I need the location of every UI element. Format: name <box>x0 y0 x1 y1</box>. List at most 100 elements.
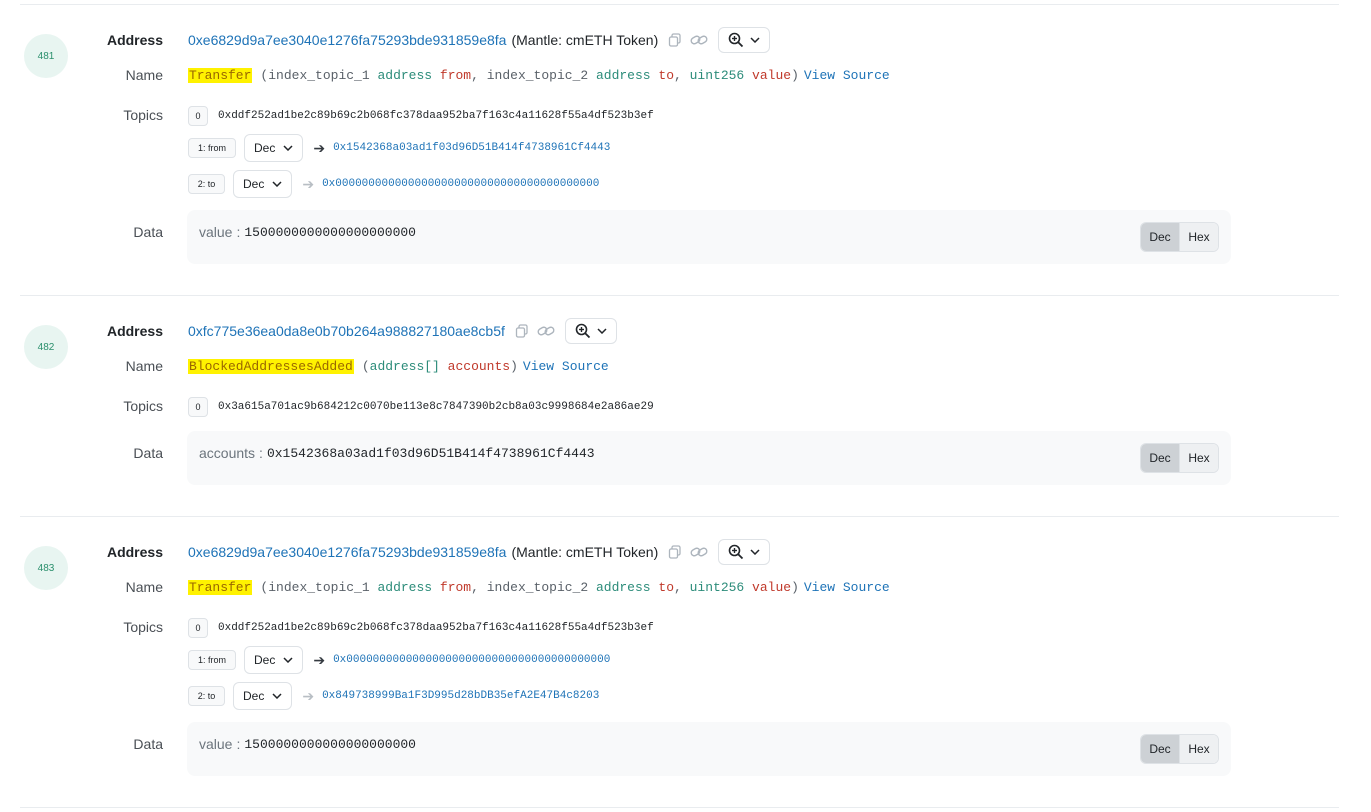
open-paren: ( <box>260 579 269 595</box>
topic-row-0: 0 0x3a615a701ac9b684212c0070be113e8c7847… <box>188 397 654 417</box>
topics-label: Topics <box>123 398 163 414</box>
data-label: Data <box>133 445 163 461</box>
view-source-link[interactable]: View Source <box>523 359 609 374</box>
param-sep: , <box>471 579 479 595</box>
event-name-highlight: Transfer <box>188 67 253 83</box>
data-panel: accounts : 0x1542368a03ad1f03d96D51B414f… <box>187 431 1231 485</box>
dec-button[interactable]: Dec <box>1141 444 1179 472</box>
arrow-right-icon: ➔ <box>302 175 315 192</box>
contract-address-link[interactable]: 0xe6829d9a7ee3040e1276fa75293bde931859e8… <box>188 32 506 48</box>
param-sep: , <box>674 579 682 595</box>
topic-row-1: 1: from Dec ➔ 0x000000000000000000000000… <box>188 646 610 674</box>
topic-index-tag: 2: to <box>188 174 225 194</box>
contract-address-link[interactable]: 0xe6829d9a7ee3040e1276fa75293bde931859e8… <box>188 544 506 560</box>
topic-row-2: 2: to Dec ➔ 0x00000000000000000000000000… <box>188 170 599 198</box>
data-panel: value : 1500000000000000000000 Dec Hex <box>187 722 1231 776</box>
param-name: value <box>752 67 792 83</box>
param-name: to <box>658 67 674 83</box>
topic-hash: 0xddf252ad1be2c89b69c2b068fc378daa952ba7… <box>218 622 654 634</box>
hex-button[interactable]: Hex <box>1179 444 1218 472</box>
link-icon[interactable] <box>537 324 555 338</box>
view-source-link[interactable]: View Source <box>804 68 890 83</box>
contract-name: (Mantle: cmETH Token) <box>511 544 659 560</box>
topic-index-tag: 0 <box>188 397 208 417</box>
link-icon[interactable] <box>690 545 708 559</box>
data-value: 1500000000000000000000 <box>244 736 416 752</box>
top-divider <box>20 4 1339 5</box>
chevron-down-icon <box>750 549 760 555</box>
topic-index-tag: 0 <box>188 106 208 126</box>
data-label: Data <box>133 224 163 240</box>
dec-button[interactable]: Dec <box>1141 223 1179 251</box>
topic-format-select[interactable]: Dec <box>233 682 293 710</box>
copy-icon[interactable] <box>515 324 529 338</box>
topic-address-link[interactable]: 0x849738999Ba1F3D995d28bDB35efA2E47B4c82… <box>322 690 599 702</box>
param-type: address <box>595 67 651 83</box>
param-name: value <box>752 579 792 595</box>
chevron-down-icon <box>283 145 293 151</box>
topic-format-select[interactable]: Dec <box>233 170 293 198</box>
close-paren: ) <box>510 358 518 374</box>
close-paren: ) <box>791 579 799 595</box>
contract-name: (Mantle: cmETH Token) <box>511 32 659 48</box>
zoom-in-icon <box>728 32 744 48</box>
topic-format-select[interactable]: Dec <box>244 646 304 674</box>
topics-label: Topics <box>123 107 163 123</box>
topic-address-link[interactable]: 0x00000000000000000000000000000000000000… <box>333 654 610 666</box>
param-type: uint256 <box>689 67 745 83</box>
log-divider <box>20 516 1339 517</box>
open-paren: ( <box>260 67 269 83</box>
arrow-right-icon: ➔ <box>313 651 326 668</box>
topic-format-select[interactable]: Dec <box>244 134 304 162</box>
topic-address-link[interactable]: 0x00000000000000000000000000000000000000… <box>322 178 599 190</box>
param-name: from <box>439 67 472 83</box>
topic-row-2: 2: to Dec ➔ 0x849738999Ba1F3D995d28bDB35… <box>188 682 599 710</box>
event-signature: Transfer ( index_topic_1 address from, i… <box>188 66 890 84</box>
dec-hex-toggle: Dec Hex <box>1140 222 1219 252</box>
topic-row-1: 1: from Dec ➔ 0x1542368a03ad1f03d96D51B4… <box>188 134 610 162</box>
dec-hex-toggle: Dec Hex <box>1140 443 1219 473</box>
topic-row-0: 0 0xddf252ad1be2c89b69c2b068fc378daa952b… <box>188 106 654 126</box>
param-prefix: index_topic_2 <box>486 579 589 595</box>
topics-label: Topics <box>123 619 163 635</box>
close-paren: ) <box>791 67 799 83</box>
arrow-right-icon: ➔ <box>302 687 315 704</box>
hex-button[interactable]: Hex <box>1179 223 1218 251</box>
topic-format-value: Dec <box>254 141 276 155</box>
data-value: 0x1542368a03ad1f03d96D51B414f4738961Cf44… <box>266 445 595 461</box>
dec-button[interactable]: Dec <box>1141 735 1179 763</box>
data-separator: : <box>236 224 241 240</box>
topic-row-0: 0 0xddf252ad1be2c89b69c2b068fc378daa952b… <box>188 618 654 638</box>
param-sep: , <box>471 67 479 83</box>
event-name-highlight: Transfer <box>188 579 253 595</box>
zoom-dropdown-button[interactable] <box>564 318 617 344</box>
hex-button[interactable]: Hex <box>1179 735 1218 763</box>
link-icon[interactable] <box>690 33 708 47</box>
param-prefix: index_topic_1 <box>268 579 370 595</box>
open-paren: ( <box>361 358 370 374</box>
param-prefix: index_topic_2 <box>486 67 589 83</box>
zoom-in-icon <box>575 323 591 339</box>
zoom-dropdown-button[interactable] <box>718 27 771 53</box>
log-divider <box>20 295 1339 296</box>
bottom-divider <box>20 807 1339 808</box>
topic-index-tag: 1: from <box>188 138 236 158</box>
param-prefix: index_topic_1 <box>268 67 370 83</box>
topic-format-value: Dec <box>254 653 276 667</box>
view-source-link[interactable]: View Source <box>804 580 890 595</box>
contract-address-link[interactable]: 0xfc775e36ea0da8e0b70b264a988827180ae8cb… <box>188 323 505 339</box>
data-separator: : <box>236 736 241 752</box>
log-index-badge: 481 <box>24 34 68 78</box>
param-type: uint256 <box>689 579 745 595</box>
topic-format-value: Dec <box>243 689 265 703</box>
topic-format-value: Dec <box>243 177 265 191</box>
copy-icon[interactable] <box>668 33 682 47</box>
data-separator: : <box>259 445 263 461</box>
topic-index-tag: 0 <box>188 618 208 638</box>
zoom-dropdown-button[interactable] <box>718 539 771 565</box>
topic-index-tag: 2: to <box>188 686 225 706</box>
name-label: Name <box>125 358 163 374</box>
name-label: Name <box>125 579 163 595</box>
topic-address-link[interactable]: 0x1542368a03ad1f03d96D51B414f4738961Cf44… <box>333 142 610 154</box>
copy-icon[interactable] <box>668 545 682 559</box>
